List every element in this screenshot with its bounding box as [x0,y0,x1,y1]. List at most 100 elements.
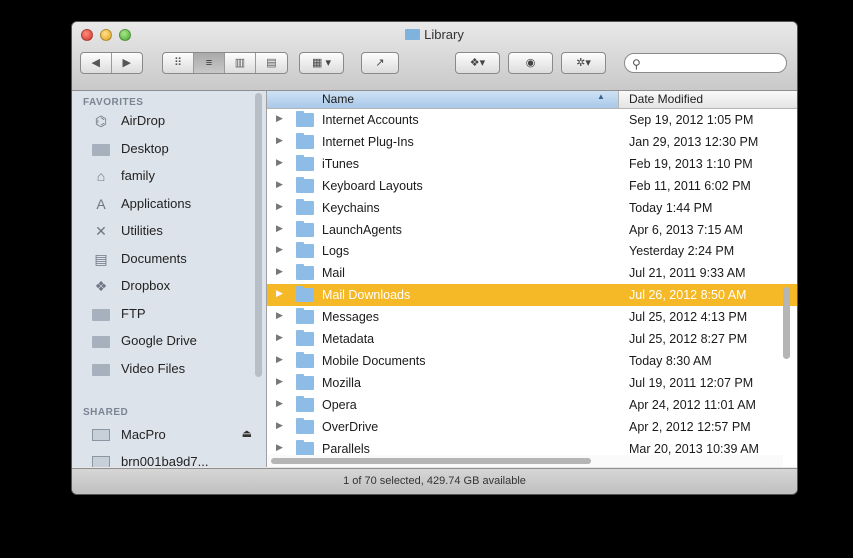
icon-view-button[interactable]: ⠿ [163,53,194,73]
sort-ascending-icon: ▲ [597,92,605,101]
sidebar-item-airdrop[interactable]: ⌬ AirDrop [72,108,258,134]
sidebar-item-macpro[interactable]: MacPro ⏏ [72,422,258,448]
sidebar-item-label: Video Files [121,360,186,376]
sidebar-item-label: Utilities [121,223,163,238]
arrange-button[interactable]: ▦ ▾ [299,52,344,74]
file-list: Name ▲ Date Modified ▶ Internet Accounts S… [267,91,797,467]
home-icon: ⌂ [96,168,106,184]
window-title: Library [72,27,797,42]
forward-button[interactable]: ▶ [112,53,142,73]
window-title-text: Library [424,27,464,42]
folder-icon [296,308,314,325]
table-row[interactable]: ▶ iTunes Feb 19, 2013 1:10 PM [267,153,797,175]
table-row[interactable]: ▶ LaunchAgents Apr 6, 2013 7:15 AM [267,219,797,241]
table-row[interactable]: ▶ Internet Accounts Sep 19, 2012 1:05 PM [267,109,797,131]
table-row[interactable]: ▶ Logs Yesterday 2:24 PM [267,240,797,262]
disclosure-triangle-icon[interactable]: ▶ [276,113,283,124]
eject-icon[interactable]: ⏏ [242,427,252,440]
disclosure-triangle-icon[interactable]: ▶ [276,135,283,146]
sidebar: FAVORITES ⌬ AirDrop Desktop ⌂ family A Applica… [72,91,267,467]
date-modified: Feb 11, 2011 6:02 PM [629,178,751,193]
sidebar-item-video-files[interactable]: Video Files [72,356,258,382]
table-row[interactable]: ▶ Internet Plug-Ins Jan 29, 2013 12:30 PM [267,131,797,153]
sidebar-item-utilities[interactable]: ✕ Utilities [72,218,258,244]
sidebar-scrollbar[interactable] [255,93,262,377]
table-row[interactable]: ▶ Metadata Jul 25, 2012 8:27 PM [267,328,797,350]
table-row[interactable]: ▶ Opera Apr 24, 2012 11:01 AM [267,394,797,416]
documents-icon: ▤ [94,250,108,267]
disclosure-triangle-icon[interactable]: ▶ [276,354,283,365]
table-row[interactable]: ▶ Mail Downloads Jul 26, 2012 8:50 AM [267,284,797,307]
date-modified: Yesterday 2:24 PM [629,244,735,259]
disclosure-triangle-icon[interactable]: ▶ [276,442,283,453]
search-field[interactable]: ⚲ [624,53,787,73]
disclosure-triangle-icon[interactable]: ▶ [276,288,283,299]
disclosure-triangle-icon[interactable]: ▶ [276,420,283,431]
table-row[interactable]: ▶ Mozilla Jul 19, 2011 12:07 PM [267,372,797,394]
folder-icon [296,286,314,303]
folder-icon [296,176,314,193]
sidebar-item-dropbox[interactable]: ❖ Dropbox [72,273,258,299]
vertical-scrollbar[interactable] [783,287,790,359]
disclosure-triangle-icon[interactable]: ▶ [276,244,283,255]
table-row[interactable]: ▶ OverDrive Apr 2, 2012 12:57 PM [267,416,797,438]
table-row[interactable]: ▶ Keychains Today 1:44 PM [267,197,797,219]
list-view-button[interactable]: ≡ [194,53,225,73]
sidebar-item-brn001ba9d7-[interactable]: brn001ba9d7... [72,449,258,467]
file-name: Messages [322,310,379,325]
search-input[interactable] [645,56,784,72]
disclosure-triangle-icon[interactable]: ▶ [276,398,283,409]
dropbox-button[interactable]: ❖▾ [455,52,500,74]
disclosure-triangle-icon[interactable]: ▶ [276,157,283,168]
date-modified: Feb 19, 2013 1:10 PM [629,156,753,171]
date-modified: Apr 24, 2012 11:01 AM [629,397,756,412]
share-button[interactable]: ↗ [361,52,399,74]
table-row[interactable]: ▶ Keyboard Layouts Feb 11, 2011 6:02 PM [267,175,797,197]
name-column-header[interactable]: Name ▲ [267,91,619,108]
table-row[interactable]: ▶ Messages Jul 25, 2012 4:13 PM [267,306,797,328]
title-bar: Library ◀ ▶ ⠿ ≡ ▥ ▤ ▦ ▾ ↗ ❖▾ ◉ ✲▾ ⚲ [72,22,797,91]
sidebar-item-google-drive[interactable]: Google Drive [72,328,258,354]
back-button[interactable]: ◀ [81,53,112,73]
file-name: Mozilla [322,375,361,390]
date-modified: Jul 19, 2011 12:07 PM [629,375,754,390]
folder-icon [92,363,110,376]
action-button[interactable]: ✲▾ [561,52,606,74]
date-modified-column-header[interactable]: Date Modified [629,92,703,106]
disclosure-triangle-icon[interactable]: ▶ [276,376,283,387]
sidebar-item-label: Documents [121,250,187,266]
sidebar-item-label: Desktop [121,140,169,156]
status-bar: 1 of 70 selected, 429.74 GB available [72,468,797,494]
folder-icon [296,132,314,149]
cover-flow-button[interactable]: ▤ [256,53,287,73]
applications-icon: A [96,195,106,212]
folder-icon [296,351,314,368]
disclosure-triangle-icon[interactable]: ▶ [276,266,283,277]
favorites-heading: FAVORITES [83,97,144,108]
date-modified: Today 8:30 AM [629,353,712,368]
dropbox-icon: ❖ [94,278,108,294]
sidebar-item-family[interactable]: ⌂ family [72,163,258,189]
column-header: Name ▲ Date Modified [267,91,797,109]
disclosure-triangle-icon[interactable]: ▶ [276,223,283,234]
disclosure-triangle-icon[interactable]: ▶ [276,310,283,321]
horizontal-scrollbar[interactable] [271,458,591,464]
disclosure-triangle-icon[interactable]: ▶ [276,179,283,190]
sidebar-item-desktop[interactable]: Desktop [72,136,258,162]
table-row[interactable]: ▶ Mail Jul 21, 2011 9:33 AM [267,262,797,284]
file-name: iTunes [322,156,360,171]
quick-look-button[interactable]: ◉ [508,52,553,74]
date-modified: Jul 25, 2012 8:27 PM [629,332,748,346]
disclosure-triangle-icon[interactable]: ▶ [276,201,283,212]
folder-icon [296,198,314,215]
table-row[interactable]: ▶ Mobile Documents Today 8:30 AM [267,350,797,372]
sidebar-item-documents[interactable]: ▤ Documents [72,246,258,272]
disclosure-triangle-icon[interactable]: ▶ [276,332,283,343]
column-view-button[interactable]: ▥ [225,53,256,73]
file-name: Logs [322,244,350,259]
file-name: OverDrive [322,419,379,434]
sidebar-item-applications[interactable]: A Applications [72,191,258,217]
computer-icon [92,429,110,441]
sidebar-item-ftp[interactable]: FTP [72,301,258,327]
status-text: 1 of 70 selected, 429.74 GB available [343,475,526,487]
